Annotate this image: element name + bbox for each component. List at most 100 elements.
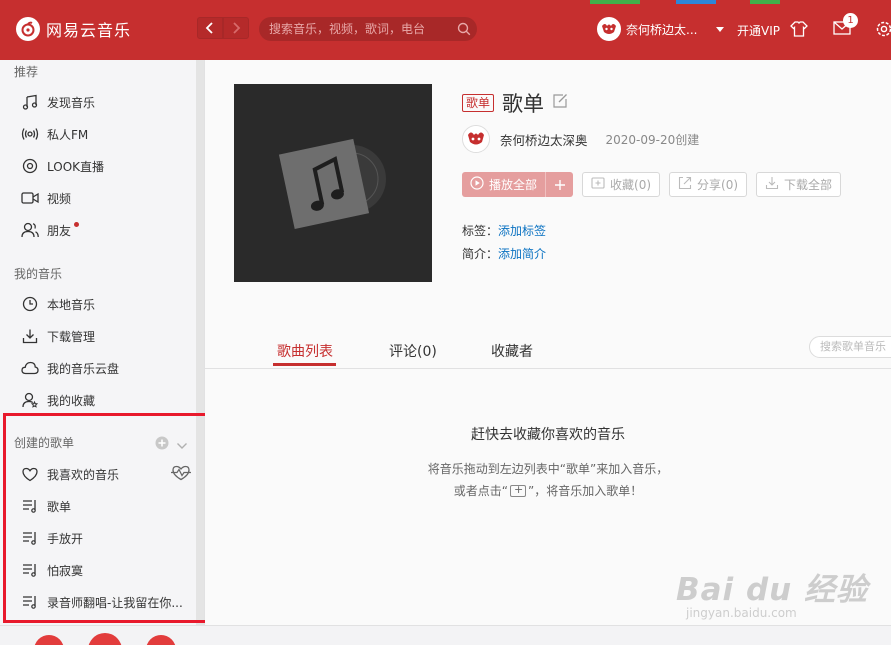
sidebar-item-playlist[interactable]: 歌单 xyxy=(0,491,196,521)
playlist-title: 歌单 xyxy=(502,92,545,116)
sidebar-item-label: 我的收藏 xyxy=(47,393,96,408)
live-icon xyxy=(21,157,39,175)
empty-state-title: 赶快去收藏你喜欢的音乐 xyxy=(471,427,625,443)
app-logo[interactable]: 网易云音乐 xyxy=(16,17,131,41)
active-tab-indicator xyxy=(273,363,336,366)
video-icon xyxy=(21,189,39,207)
section-title-created-playlists: 创建的歌单 xyxy=(14,436,75,450)
intro-label: 简介： xyxy=(462,247,499,261)
playlist-type-badge: 歌单 xyxy=(462,94,495,112)
play-circle-icon xyxy=(470,176,484,193)
sidebar-item-label: 朋友 xyxy=(47,223,72,238)
search-box xyxy=(259,17,477,41)
download-all-label: 下载全部 xyxy=(784,178,833,192)
play-button[interactable] xyxy=(88,633,122,645)
sidebar-item-friends[interactable]: 朋友 xyxy=(0,215,196,245)
sidebar-item-collection[interactable]: 我的收藏 xyxy=(0,385,196,415)
add-playlist-icon[interactable] xyxy=(155,435,169,454)
collect-icon xyxy=(21,391,39,409)
friends-icon xyxy=(21,221,39,239)
section-title-my-music: 我的音乐 xyxy=(14,267,63,281)
tab-song-list[interactable]: 歌曲列表 xyxy=(277,341,333,361)
sidebar-item-playlist[interactable]: 怕寂寞 xyxy=(0,555,196,585)
search-input[interactable] xyxy=(259,17,451,41)
add-intro-link[interactable]: 添加简介 xyxy=(498,247,546,261)
search-icon[interactable] xyxy=(451,17,477,41)
sidebar-item-label: 我的音乐云盘 xyxy=(47,361,120,376)
collect-label: 收藏(0) xyxy=(610,178,652,192)
share-label: 分享(0) xyxy=(697,178,739,192)
sidebar-item-local-music[interactable]: 本地音乐 xyxy=(0,289,196,319)
sidebar-scrollbar[interactable] xyxy=(196,60,204,625)
created-date: 2020-09-20创建 xyxy=(605,132,700,147)
tab-comments[interactable]: 评论(0) xyxy=(389,341,437,361)
sidebar-item-label: 我喜欢的音乐 xyxy=(47,467,120,482)
sidebar-item-label: LOOK直播 xyxy=(47,159,105,174)
playlist-icon xyxy=(21,593,39,611)
avatar-icon xyxy=(463,126,489,152)
empty-state-hint: 将音乐拖动到左边列表中“歌单”来加入音乐， xyxy=(427,462,669,476)
forward-button[interactable] xyxy=(223,17,249,39)
download-all-button[interactable]: 下载全部 xyxy=(756,172,842,197)
creator-info: 奈何桥边太深奥 2020-09-20创建 xyxy=(462,125,699,153)
sidebar-item-discover[interactable]: 发现音乐 xyxy=(0,87,196,117)
sidebar-item-liked-music[interactable]: 我喜欢的音乐 xyxy=(0,459,196,489)
heart-icon xyxy=(21,465,39,483)
sidebar-item-label: 怕寂寞 xyxy=(47,563,84,578)
intro-line: 简介：添加简介 xyxy=(462,245,546,262)
playlist-icon xyxy=(21,561,39,579)
share-button[interactable]: 分享(0) xyxy=(669,172,748,197)
skin-icon[interactable] xyxy=(789,19,809,43)
playlist-icon xyxy=(21,497,39,515)
creator-name-link[interactable]: 奈何桥边太深奥 xyxy=(500,130,588,149)
playlist-cover[interactable] xyxy=(234,84,432,282)
desktop-strip xyxy=(676,0,716,4)
folder-add-icon xyxy=(591,177,605,192)
folder-add-icon xyxy=(510,483,526,497)
sidebar-item-cloud[interactable]: 我的音乐云盘 xyxy=(0,353,196,383)
playlist-actions: 播放全部 收藏(0) 分享(0) 下载全部 xyxy=(462,172,842,197)
mail-badge: 1 xyxy=(843,13,858,28)
avatar[interactable] xyxy=(462,125,490,153)
chevron-down-icon[interactable] xyxy=(176,436,188,455)
collect-button[interactable]: 收藏(0) xyxy=(582,172,661,197)
back-button[interactable] xyxy=(197,17,223,39)
add-tags-link[interactable]: 添加标签 xyxy=(498,224,546,238)
sidebar-item-fm[interactable]: 私人FM xyxy=(0,119,196,149)
gear-icon[interactable] xyxy=(874,19,891,43)
user-name: 奈何桥边太... xyxy=(626,22,698,37)
baidu-jingyan-watermark: Bai du 经验 jingyan.baidu.com xyxy=(676,564,868,620)
sidebar-item-label: 本地音乐 xyxy=(47,297,96,312)
sidebar-item-live[interactable]: LOOK直播 xyxy=(0,151,196,181)
sidebar-item-playlist[interactable]: 手放开 xyxy=(0,523,196,553)
heartbeat-mode-icon[interactable] xyxy=(170,465,192,485)
avatar-icon xyxy=(598,18,620,40)
player-bar xyxy=(0,625,891,645)
sidebar-item-downloads[interactable]: 下载管理 xyxy=(0,321,196,351)
sidebar-item-label: 发现音乐 xyxy=(47,95,96,110)
play-all-label: 播放全部 xyxy=(489,178,538,192)
tab-subscribers[interactable]: 收藏者 xyxy=(491,341,533,361)
add-to-queue-button[interactable] xyxy=(546,172,573,197)
sidebar-item-playlist[interactable]: 录音师翻唱-让我留在你... xyxy=(0,587,196,617)
playlist-search-input[interactable]: 搜索歌单音乐 xyxy=(809,336,891,358)
radio-icon xyxy=(21,125,39,143)
previous-button[interactable] xyxy=(34,635,64,645)
notification-dot xyxy=(74,221,80,227)
hint-text: 或者点击“ xyxy=(453,484,508,498)
netease-logo-icon xyxy=(16,17,40,41)
next-button[interactable] xyxy=(146,635,176,645)
edit-icon[interactable] xyxy=(552,93,568,113)
sidebar-item-label: 录音师翻唱-让我留在你... xyxy=(47,595,183,610)
chevron-down-icon[interactable] xyxy=(716,27,724,32)
play-all-button[interactable]: 播放全部 xyxy=(462,172,547,197)
sidebar-item-label: 视频 xyxy=(47,191,72,206)
user-menu[interactable]: 奈何桥边太... xyxy=(597,17,697,41)
chevron-left-icon xyxy=(205,22,213,34)
cloud-icon xyxy=(21,359,39,377)
play-all-group: 播放全部 xyxy=(462,172,574,197)
sidebar-item-video[interactable]: 视频 xyxy=(0,183,196,213)
vip-link[interactable]: 开通VIP xyxy=(737,22,780,39)
share-icon xyxy=(678,176,692,193)
download-icon xyxy=(765,176,779,193)
